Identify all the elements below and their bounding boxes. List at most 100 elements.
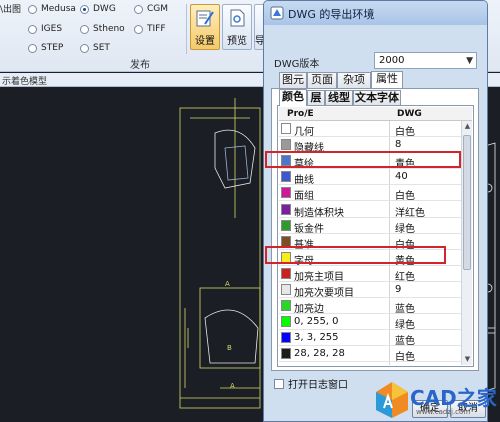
tab-entities[interactable]: 图元 [279, 72, 307, 88]
preview-icon [230, 9, 245, 27]
dialog-title-bar[interactable]: DWG 的导出环境 [264, 1, 487, 25]
table-header: Pro/E DWG [279, 107, 472, 121]
svg-text:B: B [227, 344, 232, 352]
ribbon-left-fragment: \出图 [0, 5, 22, 15]
radio-label: TIFF [147, 24, 166, 34]
row-dwg-value[interactable]: 白色 [395, 187, 415, 202]
settings-label: 设置 [195, 36, 215, 47]
radio-dot[interactable] [28, 24, 37, 34]
row-dwg-value[interactable]: 绿色 [395, 316, 415, 331]
format-radio-stheno[interactable]: Stheno [80, 24, 125, 34]
watermark-text: CAD之家 [410, 386, 497, 410]
highlight-sketch-row [265, 151, 461, 168]
row-dwg-value[interactable]: 蓝色 [395, 300, 415, 315]
format-radio-dwg[interactable]: DWG [80, 4, 116, 14]
color-swatch [281, 316, 291, 328]
tab-colors[interactable]: 颜色 [279, 89, 307, 106]
watermark-url: www.cadzj.com [416, 408, 471, 416]
scroll-thumb[interactable] [463, 135, 471, 270]
tab-properties[interactable]: 属性 [371, 71, 403, 88]
color-swatch [281, 219, 291, 231]
tab-text-fonts[interactable]: 文本字体 [353, 90, 401, 106]
row-dwg-value[interactable]: 白色 [395, 348, 415, 363]
color-swatch [281, 284, 291, 295]
dialog-app-icon [270, 6, 284, 20]
watermark: CAD之家 www.cadzj.com [372, 378, 500, 422]
format-radio-cgm[interactable]: CGM [134, 4, 168, 14]
radio-dot[interactable] [28, 43, 37, 53]
tab-page[interactable]: 页面 [307, 72, 337, 88]
radio-label: IGES [41, 24, 63, 34]
row-dwg-value[interactable]: 8 [395, 139, 401, 150]
row-dwg-value[interactable]: 9 [395, 284, 401, 295]
format-radio-step[interactable]: STEP [28, 43, 63, 53]
color-swatch [281, 267, 291, 279]
radio-label: Stheno [93, 24, 125, 34]
row-proe-name: 28, 28, 28 [294, 348, 345, 360]
table-row[interactable]: 制造体积块 洋红色 [279, 202, 461, 219]
radio-dot[interactable] [28, 4, 37, 14]
table-row[interactable]: 曲线 40 [279, 169, 461, 187]
col-proe: Pro/E [287, 109, 314, 119]
table-row[interactable]: 面组 白色 [279, 185, 461, 203]
table-scrollbar[interactable]: ▲ ▼ [461, 121, 472, 365]
tab-misc[interactable]: 杂项 [337, 72, 371, 88]
row-proe-name: 面组 [294, 191, 314, 203]
radio-dot[interactable] [134, 4, 143, 14]
settings-button[interactable]: 设置 [190, 4, 220, 50]
table-row[interactable]: 几何 白色 [279, 121, 461, 138]
color-swatch [281, 139, 291, 151]
table-row[interactable]: 0, 255, 0 绿色 [279, 314, 461, 331]
row-proe-name: 曲线 [294, 175, 314, 187]
row-proe-name: 3, 3, 255 [294, 332, 339, 344]
preview-label: 预览 [227, 36, 247, 47]
row-proe-name: 制造体积块 [294, 207, 344, 219]
tab-layers[interactable]: 层 [307, 90, 325, 106]
version-select[interactable]: 2000 ▼ [374, 52, 477, 69]
radio-dot[interactable] [134, 24, 143, 34]
row-proe-name: 加亮边 [294, 304, 324, 316]
highlight-letters-row [265, 246, 446, 264]
radio-dot[interactable] [80, 24, 89, 34]
chevron-down-icon: ▼ [466, 56, 473, 66]
table-row[interactable]: 3, 3, 255 蓝色 [279, 330, 461, 347]
watermark-logo-icon [376, 382, 408, 418]
row-dwg-value[interactable]: 红色 [395, 268, 415, 283]
color-map-table: Pro/E DWG 几何 白色 隐藏线 8 草绘 青色 曲线 40 面组 白色 制造体积块 洋红色 钣金… [279, 107, 472, 365]
radio-dot[interactable] [80, 43, 89, 53]
ribbon-group-label: 发布 [130, 60, 150, 71]
row-dwg-value[interactable]: 洋红色 [395, 204, 425, 219]
radio-dot[interactable] [80, 4, 89, 14]
row-dwg-value[interactable]: 白色 [395, 123, 415, 138]
row-proe-name: 加亮次要项目 [294, 288, 354, 299]
preview-button[interactable]: 预览 [222, 4, 252, 50]
row-dwg-value[interactable]: 绿色 [395, 220, 415, 235]
table-row[interactable]: 28, 28, 28 白色 [279, 346, 461, 363]
color-swatch [281, 171, 291, 183]
scroll-up-icon[interactable]: ▲ [463, 122, 472, 131]
color-swatch [281, 332, 291, 344]
tab-linetypes[interactable]: 线型 [325, 90, 353, 106]
log-checkbox[interactable]: 打开日志窗口 [274, 376, 348, 391]
scroll-down-icon[interactable]: ▼ [463, 355, 472, 364]
subbar-label: 示着色模型 [2, 77, 48, 87]
format-radio-set[interactable]: SET [80, 43, 110, 53]
table-row[interactable]: 加亮次要项目 9 [279, 282, 461, 299]
radio-label: DWG [93, 4, 116, 14]
row-dwg-value[interactable]: 40 [395, 171, 408, 182]
color-swatch [281, 348, 291, 360]
table-row[interactable]: 加亮边 蓝色 [279, 298, 461, 316]
row-dwg-value[interactable]: 蓝色 [395, 332, 415, 347]
color-swatch [281, 300, 291, 312]
svg-text:A: A [230, 382, 235, 390]
row-proe-name: 钣金件 [294, 223, 324, 235]
row-proe-name: 0, 255, 0 [294, 316, 339, 328]
dialog-title: DWG 的导出环境 [288, 8, 375, 21]
radio-label: SET [93, 43, 110, 53]
table-row[interactable]: 钣金件 绿色 [279, 218, 461, 235]
format-radio-tiff[interactable]: TIFF [134, 24, 166, 34]
format-radio-iges[interactable]: IGES [28, 24, 62, 34]
checkbox-box[interactable] [274, 378, 284, 389]
table-row[interactable]: 加亮主项目 红色 [279, 266, 461, 283]
format-radio-medusa[interactable]: Medusa [28, 4, 76, 14]
